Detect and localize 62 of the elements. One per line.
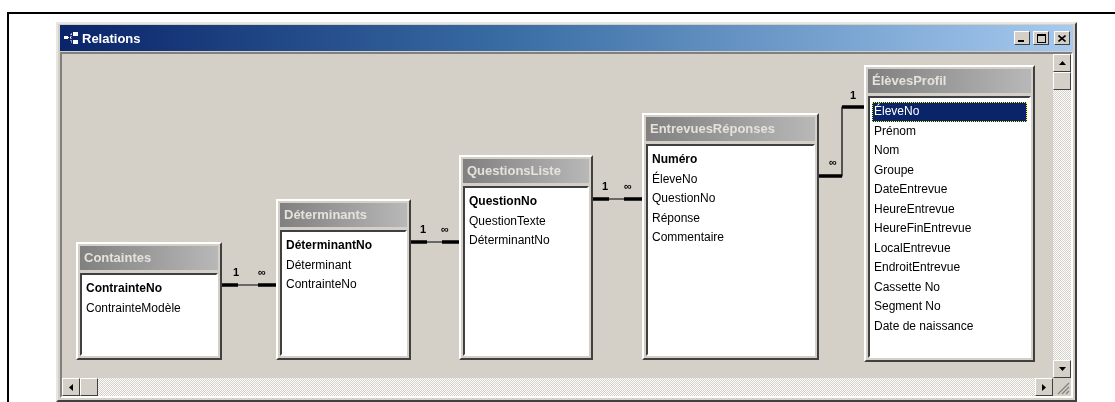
field-item[interactable]: Date de naissance bbox=[872, 316, 1027, 336]
scroll-down-button[interactable] bbox=[1053, 360, 1071, 378]
field-item[interactable]: HeureEntrevue bbox=[872, 199, 1027, 219]
field-item[interactable]: ÉleveNo bbox=[872, 102, 1027, 122]
field-item[interactable]: Déterminant bbox=[284, 255, 403, 275]
field-item[interactable]: ContrainteModèle bbox=[84, 298, 214, 318]
horizontal-scrollbar[interactable] bbox=[62, 378, 1053, 396]
field-item[interactable]: ÉleveNo bbox=[650, 169, 811, 189]
field-item[interactable]: Réponse bbox=[650, 208, 811, 228]
field-item[interactable]: ContrainteNo bbox=[284, 275, 403, 295]
field-item[interactable]: ContrainteNo bbox=[84, 279, 214, 299]
field-item[interactable]: HeureFinEntrevue bbox=[872, 219, 1027, 239]
window-title: Relations bbox=[82, 30, 142, 46]
scroll-left-button[interactable] bbox=[62, 378, 80, 396]
relationships-icon bbox=[63, 32, 79, 44]
close-icon bbox=[1058, 34, 1066, 42]
scroll-right-button[interactable] bbox=[1035, 378, 1053, 396]
resize-grip-icon[interactable] bbox=[1056, 381, 1070, 395]
up-caret-icon bbox=[1058, 61, 1066, 65]
field-item[interactable]: Numéro bbox=[650, 150, 811, 170]
minimize-button[interactable] bbox=[1014, 31, 1030, 45]
field-item[interactable]: DéterminantNo bbox=[467, 231, 585, 251]
field-item[interactable]: EndroitEntrevue bbox=[872, 258, 1027, 278]
relationship-line[interactable] bbox=[221, 283, 277, 287]
field-item[interactable]: QuestionNo bbox=[467, 192, 585, 212]
one-label: 1 bbox=[419, 223, 427, 235]
one-label: 1 bbox=[849, 89, 857, 101]
field-item[interactable]: Nom bbox=[872, 141, 1027, 161]
field-item[interactable]: DateEntrevue bbox=[872, 180, 1027, 200]
relationship-line[interactable] bbox=[592, 197, 643, 201]
one-label: 1 bbox=[601, 180, 609, 192]
many-label: ∞ bbox=[258, 266, 266, 278]
table-card[interactable]: QuestionsListe QuestionNo QuestionTexte DéterminantNo bbox=[459, 155, 593, 360]
field-item[interactable]: QuestionTexte bbox=[467, 211, 585, 231]
field-item[interactable]: Prénom bbox=[872, 121, 1027, 141]
left-caret-icon bbox=[69, 383, 73, 391]
vertical-scrollbar[interactable] bbox=[1053, 54, 1071, 378]
table-card[interactable]: Déterminants DéterminantNo Déterminant ContrainteNo bbox=[276, 199, 411, 360]
down-caret-icon bbox=[1058, 367, 1066, 371]
close-button[interactable] bbox=[1054, 31, 1070, 45]
scroll-thumb[interactable] bbox=[80, 378, 98, 396]
scroll-up-button[interactable] bbox=[1053, 54, 1071, 72]
table-card[interactable]: Containtes ContrainteNo ContrainteModèle bbox=[76, 242, 222, 360]
field-item[interactable]: Commentaire bbox=[650, 228, 811, 248]
field-item[interactable]: Segment No bbox=[872, 297, 1027, 317]
many-label: ∞ bbox=[829, 156, 837, 168]
field-item[interactable]: QuestionNo bbox=[650, 189, 811, 209]
field-item[interactable]: LocalEntrevue bbox=[872, 238, 1027, 258]
many-label: ∞ bbox=[624, 180, 632, 192]
maximize-icon bbox=[1036, 33, 1046, 43]
right-caret-icon bbox=[1042, 383, 1046, 391]
one-label: 1 bbox=[232, 266, 240, 278]
field-item[interactable]: Groupe bbox=[872, 160, 1027, 180]
field-item[interactable]: Cassette No bbox=[872, 277, 1027, 297]
scroll-thumb[interactable] bbox=[1053, 72, 1071, 90]
relationship-line[interactable] bbox=[818, 105, 865, 178]
maximize-button[interactable] bbox=[1033, 31, 1049, 45]
relationship-line[interactable] bbox=[410, 240, 460, 244]
table-card[interactable]: EntrevuesRéponses Numéro ÉleveNo QuestionNo Réponse Commentaire bbox=[642, 113, 819, 360]
table-card[interactable]: ÉlèvesProfil ÉleveNo Prénom Nom Groupe DateEntrevue HeureEntrevue HeureFinEntrevue LocalEntrevue EndroitEntrevue Cassette No Segment No Date de naissance bbox=[864, 65, 1035, 362]
many-label: ∞ bbox=[441, 223, 449, 235]
field-item[interactable]: DéterminantNo bbox=[284, 236, 403, 256]
